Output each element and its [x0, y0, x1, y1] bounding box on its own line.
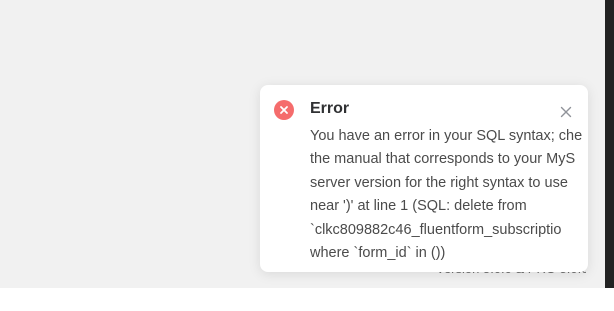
message-line: You have an error in your SQL syntax; ch… [310, 128, 583, 144]
close-icon[interactable] [555, 101, 577, 123]
notification-title: Error [310, 100, 350, 117]
message-line: the manual that corresponds to your MyS [310, 151, 576, 168]
error-notification: Error You have an error in your SQL synt… [260, 85, 588, 272]
window-edge [605, 0, 614, 288]
message-line: near ')' at line 1 (SQL: delete from [310, 198, 527, 215]
error-circle-icon [274, 100, 294, 120]
notification-message: You have an error in your SQL syntax; ch… [310, 125, 588, 265]
message-line: where `form_id` in ()) [310, 245, 446, 262]
message-line: server version for the right syntax to u… [310, 174, 568, 191]
message-line: `clkc809882c46_fluentform_subscriptio [310, 221, 562, 238]
bottom-strip [0, 288, 614, 311]
